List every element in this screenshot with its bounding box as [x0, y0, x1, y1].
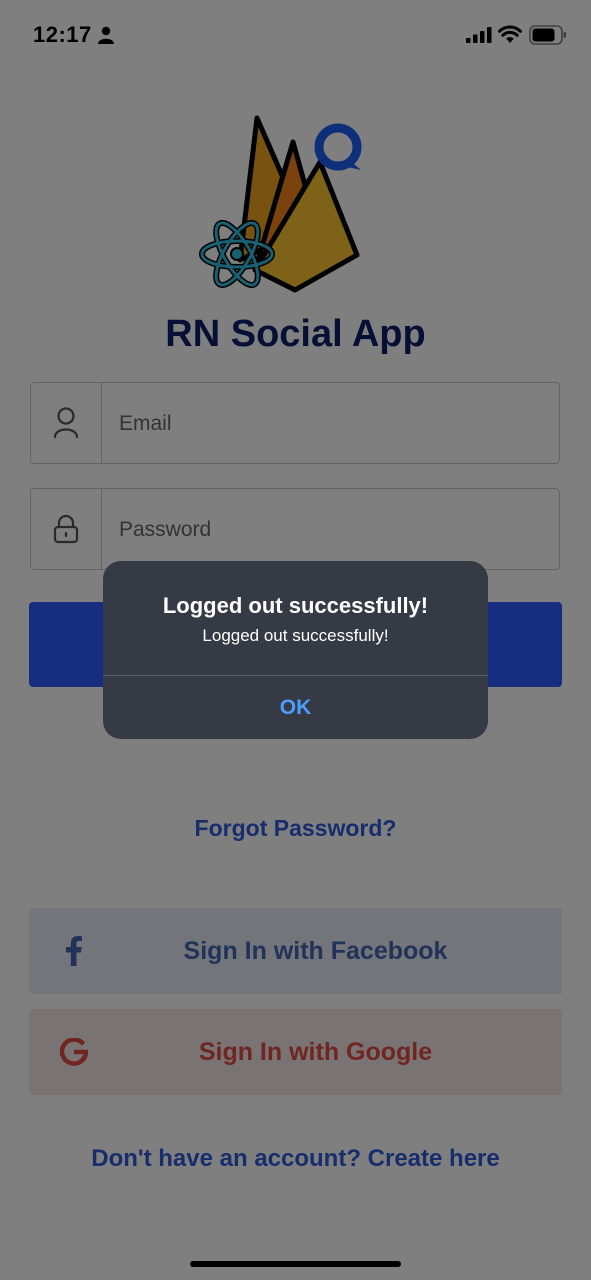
alert-title: Logged out successfully!: [162, 593, 429, 618]
login-screen: 12:17: [0, 0, 591, 1280]
alert-ok-button[interactable]: OK: [103, 676, 488, 739]
alert-dialog: Logged out successfully! Logged out succ…: [103, 561, 488, 739]
alert-message: Logged out successfully!: [202, 626, 389, 645]
